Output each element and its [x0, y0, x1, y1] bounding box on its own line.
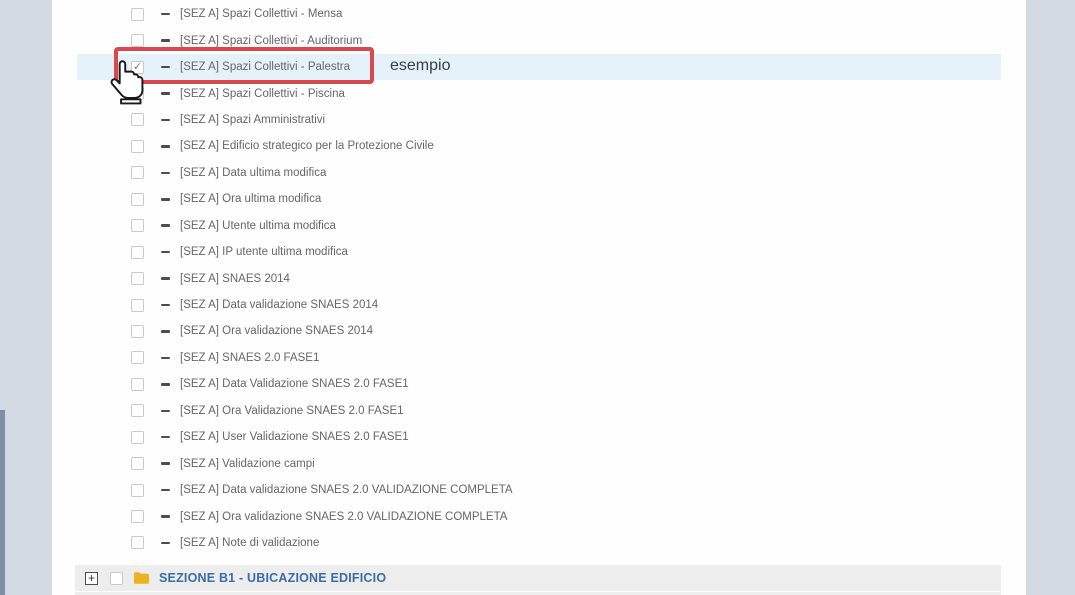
dash-icon	[161, 330, 170, 333]
dash-icon	[161, 224, 170, 227]
row-label: [SEZ A] Data validazione SNAES 2.0 VALID…	[180, 484, 513, 496]
tree-row[interactable]: [SEZ A] Spazi Collettivi - Piscina	[77, 80, 1001, 106]
tree-row[interactable]: ✓ [SEZ A] Spazi Collettivi - Palestra	[77, 54, 1001, 80]
tree-row[interactable]: [SEZ A] Ora validazione SNAES 2.0 VALIDA…	[77, 503, 1001, 529]
row-checkbox[interactable]	[131, 166, 144, 179]
folder-icon	[134, 572, 149, 584]
row-label: [SEZ A] Spazi Collettivi - Auditorium	[180, 35, 362, 47]
tree-row[interactable]: [SEZ A] Note di validazione	[77, 530, 1001, 556]
row-checkbox[interactable]	[131, 246, 144, 259]
dash-icon	[161, 489, 170, 492]
row-label: [SEZ A] Validazione campi	[180, 458, 315, 470]
row-label: [SEZ A] Ora validazione SNAES 2.0 VALIDA…	[180, 511, 507, 523]
row-label: [SEZ A] Utente ultima modifica	[180, 220, 336, 232]
row-label: [SEZ A] Ora validazione SNAES 2014	[180, 325, 373, 337]
row-label: [SEZ A] Spazi Collettivi - Piscina	[180, 88, 345, 100]
row-checkbox[interactable]	[131, 404, 144, 417]
tree-row[interactable]: [SEZ A] Spazi Amministrativi	[77, 107, 1001, 133]
row-label: [SEZ A] Note di validazione	[180, 537, 319, 549]
dash-icon	[161, 66, 170, 69]
left-window-edge	[0, 410, 5, 595]
row-label: [SEZ A] Data Validazione SNAES 2.0 FASE1	[180, 378, 409, 390]
dash-icon	[161, 172, 170, 175]
row-checkbox[interactable]	[131, 325, 144, 338]
row-checkbox[interactable]	[131, 457, 144, 470]
row-checkbox[interactable]	[131, 536, 144, 549]
expand-plus-icon[interactable]: +	[85, 572, 98, 585]
dash-icon	[161, 39, 170, 42]
dash-icon	[161, 145, 170, 148]
row-label: [SEZ A] Spazi Collettivi - Mensa	[180, 8, 342, 20]
dash-icon	[161, 277, 170, 280]
dash-icon	[161, 13, 170, 16]
row-label: [SEZ A] Spazi Amministrativi	[180, 114, 325, 126]
tree-row[interactable]: [SEZ A] Spazi Collettivi - Auditorium	[77, 27, 1001, 53]
tree-row[interactable]: [SEZ A] Validazione campi	[77, 450, 1001, 476]
row-checkbox[interactable]	[131, 8, 144, 21]
tree-row[interactable]: [SEZ A] IP utente ultima modifica	[77, 239, 1001, 265]
row-checkbox[interactable]: ✓	[131, 61, 144, 74]
tree-row[interactable]: [SEZ A] Ora ultima modifica	[77, 186, 1001, 212]
tree-row[interactable]: [SEZ A] Ora validazione SNAES 2014	[77, 318, 1001, 344]
left-panel-edge	[0, 0, 52, 595]
tree-row[interactable]: [SEZ A] Data validazione SNAES 2.0 VALID…	[77, 477, 1001, 503]
section-title[interactable]: SEZIONE B1 - UBICAZIONE EDIFICIO	[159, 571, 386, 585]
row-checkbox[interactable]	[131, 378, 144, 391]
dash-icon	[161, 410, 170, 413]
dash-icon	[161, 542, 170, 545]
dash-icon	[161, 251, 170, 254]
row-checkbox[interactable]	[131, 34, 144, 47]
tree-row[interactable]: [SEZ A] Data ultima modifica	[77, 160, 1001, 186]
tree-list: [SEZ A] Spazi Collettivi - Mensa [SEZ A]…	[77, 1, 1001, 556]
row-label: [SEZ A] IP utente ultima modifica	[180, 246, 348, 258]
row-label: [SEZ A] Data validazione SNAES 2014	[180, 299, 378, 311]
tree-row[interactable]: [SEZ A] Edificio strategico per la Prote…	[77, 133, 1001, 159]
row-label: [SEZ A] Ora Validazione SNAES 2.0 FASE1	[180, 405, 404, 417]
dash-icon	[161, 198, 170, 201]
tree-row[interactable]: [SEZ A] Data validazione SNAES 2014	[77, 292, 1001, 318]
dash-icon	[161, 436, 170, 439]
dash-icon	[161, 357, 170, 360]
tree-row[interactable]: [SEZ A] SNAES 2014	[77, 265, 1001, 291]
row-checkbox[interactable]	[131, 272, 144, 285]
row-label: [SEZ A] SNAES 2014	[180, 273, 290, 285]
section-checkbox[interactable]	[110, 572, 123, 585]
dash-icon	[161, 304, 170, 307]
row-checkbox[interactable]	[131, 299, 144, 312]
row-checkbox[interactable]	[131, 113, 144, 126]
row-checkbox[interactable]	[131, 510, 144, 523]
row-label: [SEZ A] Ora ultima modifica	[180, 193, 321, 205]
tree-row[interactable]: [SEZ A] Spazi Collettivi - Mensa	[77, 1, 1001, 27]
dash-icon	[161, 462, 170, 465]
tree-row[interactable]: [SEZ A] Ora Validazione SNAES 2.0 FASE1	[77, 398, 1001, 424]
tree-row[interactable]: [SEZ A] User Validazione SNAES 2.0 FASE1	[77, 424, 1001, 450]
row-checkbox[interactable]	[131, 140, 144, 153]
dash-icon	[161, 92, 170, 95]
row-label: [SEZ A] Data ultima modifica	[180, 167, 326, 179]
row-checkbox[interactable]	[131, 431, 144, 444]
tree-row[interactable]: [SEZ A] Utente ultima modifica	[77, 213, 1001, 239]
row-label: [SEZ A] SNAES 2.0 FASE1	[180, 352, 319, 364]
dash-icon	[161, 515, 170, 518]
row-checkbox[interactable]	[131, 193, 144, 206]
row-label: [SEZ A] Edificio strategico per la Prote…	[180, 140, 434, 152]
dash-icon	[161, 383, 170, 386]
section-header-b1[interactable]: + SEZIONE B1 - UBICAZIONE EDIFICIO	[75, 565, 1001, 591]
row-checkbox[interactable]	[131, 219, 144, 232]
row-label: [SEZ A] Spazi Collettivi - Palestra	[180, 61, 350, 73]
dash-icon	[161, 119, 170, 122]
tree-row[interactable]: [SEZ A] SNAES 2.0 FASE1	[77, 345, 1001, 371]
row-checkbox[interactable]	[131, 87, 144, 100]
row-checkbox[interactable]	[131, 484, 144, 497]
annotation-label: esempio	[390, 57, 450, 75]
right-panel-edge	[1026, 0, 1075, 595]
row-label: [SEZ A] User Validazione SNAES 2.0 FASE1	[180, 431, 409, 443]
row-checkbox[interactable]	[131, 351, 144, 364]
tree-row[interactable]: [SEZ A] Data Validazione SNAES 2.0 FASE1	[77, 371, 1001, 397]
